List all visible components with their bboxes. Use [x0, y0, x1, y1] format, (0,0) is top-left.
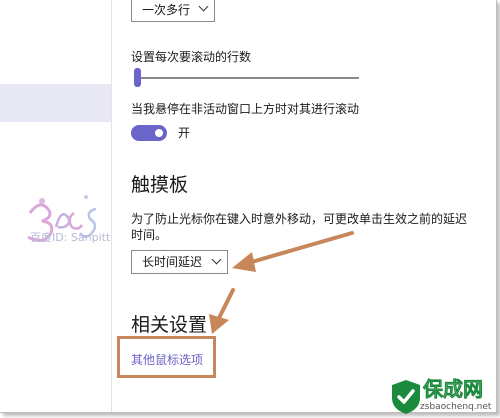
scroll-lines-slider-thumb[interactable]	[134, 68, 141, 87]
scroll-lines-label: 设置每次要滚动的行数	[131, 50, 252, 64]
touchpad-description-line1: 为了防止光标你在键入时意外移动，可更改单击生效之前的延迟	[131, 212, 468, 226]
toggle-knob	[155, 129, 163, 137]
site-brand-name: 保成网	[423, 377, 484, 401]
sidebar-selected-item[interactable]	[0, 84, 111, 122]
chevron-down-icon	[211, 254, 222, 265]
inactive-scroll-state: 开	[178, 126, 191, 140]
chevron-down-icon	[198, 1, 209, 12]
touchpad-delay-dropdown[interactable]: 长时间延迟	[131, 250, 228, 274]
scroll-mode-value: 一次多行	[142, 3, 191, 17]
touchpad-description-line2: 时间。	[131, 228, 168, 242]
inactive-scroll-label: 当我悬停在非活动窗口上方时对其进行滚动	[131, 102, 360, 116]
touchpad-heading: 触摸板	[131, 174, 189, 196]
watermark-text: 百度ID: Sanpitt	[30, 231, 111, 244]
inactive-scroll-toggle[interactable]	[131, 125, 167, 141]
related-settings-heading: 相关设置	[131, 314, 208, 336]
site-brand-url: zsbaochenq.net	[420, 402, 492, 412]
scroll-mode-dropdown[interactable]: 一次多行	[131, 0, 215, 22]
annotation-highlight-box	[117, 336, 216, 378]
touchpad-delay-value: 长时间延迟	[142, 255, 203, 269]
scroll-lines-slider[interactable]	[135, 77, 359, 79]
